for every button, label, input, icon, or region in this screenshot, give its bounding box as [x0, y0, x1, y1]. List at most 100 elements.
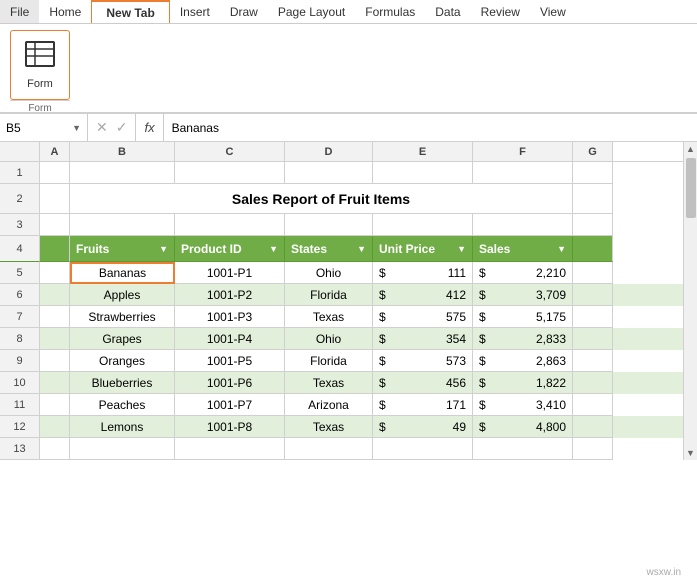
cell-b9[interactable]: Oranges	[70, 350, 175, 372]
cell-c12[interactable]: 1001-P8	[175, 416, 285, 438]
cell-d1[interactable]	[285, 162, 373, 184]
cell-e10[interactable]: $456	[373, 372, 473, 394]
cell-f5[interactable]: $2,210	[473, 262, 573, 284]
spreadsheet-row-13: 13	[0, 438, 697, 460]
cell-reference-box[interactable]: B5 ▼	[0, 114, 88, 141]
cell-g1[interactable]	[573, 162, 613, 184]
fruits-dropdown-icon[interactable]: ▼	[159, 244, 168, 254]
cell-d5[interactable]: Ohio	[285, 262, 373, 284]
cell-d6[interactable]: Florida	[285, 284, 373, 306]
cell-a5[interactable]	[40, 262, 70, 284]
cell-ref-dropdown[interactable]: ▼	[72, 123, 81, 133]
cell-e7[interactable]: $575	[373, 306, 473, 328]
header-unit-price[interactable]: Unit Price ▼	[373, 236, 473, 262]
menu-newtab[interactable]: New Tab	[91, 0, 169, 23]
cell-b11[interactable]: Peaches	[70, 394, 175, 416]
cell-d12[interactable]: Texas	[285, 416, 373, 438]
cell-c7[interactable]: 1001-P3	[175, 306, 285, 328]
spreadsheet-row-3: 3	[0, 214, 697, 236]
cell-c8[interactable]: 1001-P4	[175, 328, 285, 350]
row-num-10: 10	[0, 372, 40, 394]
cell-d9[interactable]: Florida	[285, 350, 373, 372]
cell-d10[interactable]: Texas	[285, 372, 373, 394]
scrollbar-vertical[interactable]: ▲ ▼	[683, 142, 697, 460]
cell-g4[interactable]	[573, 236, 613, 262]
header-unit-price-label: Unit Price	[379, 242, 435, 256]
unit-price-dropdown-icon[interactable]: ▼	[457, 244, 466, 254]
cell-b7[interactable]: Strawberries	[70, 306, 175, 328]
cell-e12[interactable]: $49	[373, 416, 473, 438]
cell-a2[interactable]	[40, 184, 70, 214]
menu-data[interactable]: Data	[425, 0, 470, 23]
cell-b10[interactable]: Blueberries	[70, 372, 175, 394]
cell-d8[interactable]: Ohio	[285, 328, 373, 350]
cell-f7[interactable]: $5,175	[473, 306, 573, 328]
cell-g2[interactable]	[573, 184, 613, 214]
formula-bar: B5 ▼ ✕ ✓ fx Bananas	[0, 114, 697, 142]
cell-e11[interactable]: $171	[373, 394, 473, 416]
cell-f8[interactable]: $2,833	[473, 328, 573, 350]
cell-e5[interactable]: $111	[373, 262, 473, 284]
row-num-9: 9	[0, 350, 40, 372]
cell-c10[interactable]: 1001-P6	[175, 372, 285, 394]
cell-f11[interactable]: $3,410	[473, 394, 573, 416]
sales-dropdown-icon[interactable]: ▼	[557, 244, 566, 254]
cell-e6[interactable]: $412	[373, 284, 473, 306]
menu-draw[interactable]: Draw	[220, 0, 268, 23]
table-row[interactable]: 8 Grapes 1001-P4 Ohio $354 $2,833	[0, 328, 697, 350]
cell-b6[interactable]: Apples	[70, 284, 175, 306]
table-row[interactable]: 5 Bananas 1001-P1 Ohio $111 $2,210	[0, 262, 697, 284]
menu-insert[interactable]: Insert	[170, 0, 220, 23]
table-row[interactable]: 11 Peaches 1001-P7 Arizona $171 $3,410	[0, 394, 697, 416]
menu-review[interactable]: Review	[471, 0, 530, 23]
product-id-dropdown-icon[interactable]: ▼	[269, 244, 278, 254]
cell-f6[interactable]: $3,709	[473, 284, 573, 306]
cell-g5[interactable]	[573, 262, 613, 284]
cell-a4[interactable]	[40, 236, 70, 262]
scroll-down-arrow[interactable]: ▼	[686, 448, 695, 458]
cell-f12[interactable]: $4,800	[473, 416, 573, 438]
table-row[interactable]: 7 Strawberries 1001-P3 Texas $575 $5,175	[0, 306, 697, 328]
scroll-thumb[interactable]	[686, 158, 696, 218]
menu-view[interactable]: View	[530, 0, 576, 23]
cell-b1[interactable]	[70, 162, 175, 184]
scroll-up-arrow[interactable]: ▲	[686, 144, 695, 154]
cell-e1[interactable]	[373, 162, 473, 184]
cell-d7[interactable]: Texas	[285, 306, 373, 328]
cell-c6[interactable]: 1001-P2	[175, 284, 285, 306]
cell-e9[interactable]: $573	[373, 350, 473, 372]
cell-b8[interactable]: Grapes	[70, 328, 175, 350]
menu-home[interactable]: Home	[39, 0, 91, 23]
cell-c9[interactable]: 1001-P5	[175, 350, 285, 372]
table-row[interactable]: 9 Oranges 1001-P5 Florida $573 $2,863	[0, 350, 697, 372]
cell-d11[interactable]: Arizona	[285, 394, 373, 416]
formula-controls: ✕ ✓	[88, 114, 136, 141]
menu-pagelayout[interactable]: Page Layout	[268, 0, 355, 23]
cell-f9[interactable]: $2,863	[473, 350, 573, 372]
cell-e8[interactable]: $354	[373, 328, 473, 350]
cell-a1[interactable]	[40, 162, 70, 184]
menu-formulas[interactable]: Formulas	[355, 0, 425, 23]
table-row[interactable]: 10 Blueberries 1001-P6 Texas $456 $1,822	[0, 372, 697, 394]
table-row[interactable]: 12 Lemons 1001-P8 Texas $49 $4,800	[0, 416, 697, 438]
cell-c1[interactable]	[175, 162, 285, 184]
form-button[interactable]: Form	[10, 30, 70, 100]
header-states[interactable]: States ▼	[285, 236, 373, 262]
cancel-icon[interactable]: ✕	[94, 119, 110, 136]
header-fruits[interactable]: Fruits ▼	[70, 236, 175, 262]
row-num-12: 12	[0, 416, 40, 438]
cell-f10[interactable]: $1,822	[473, 372, 573, 394]
cell-f1[interactable]	[473, 162, 573, 184]
table-row[interactable]: 6 Apples 1001-P2 Florida $412 $3,709	[0, 284, 697, 306]
header-sales[interactable]: Sales ▼	[473, 236, 573, 262]
cell-b5-bananas[interactable]: Bananas	[70, 262, 175, 284]
formula-value[interactable]: Bananas	[164, 121, 697, 135]
cell-c11[interactable]: 1001-P7	[175, 394, 285, 416]
cell-b12[interactable]: Lemons	[70, 416, 175, 438]
menu-file[interactable]: File	[0, 0, 39, 23]
header-product-id[interactable]: Product ID ▼	[175, 236, 285, 262]
row-num-8: 8	[0, 328, 40, 350]
states-dropdown-icon[interactable]: ▼	[357, 244, 366, 254]
cell-c5[interactable]: 1001-P1	[175, 262, 285, 284]
confirm-icon[interactable]: ✓	[114, 119, 130, 136]
